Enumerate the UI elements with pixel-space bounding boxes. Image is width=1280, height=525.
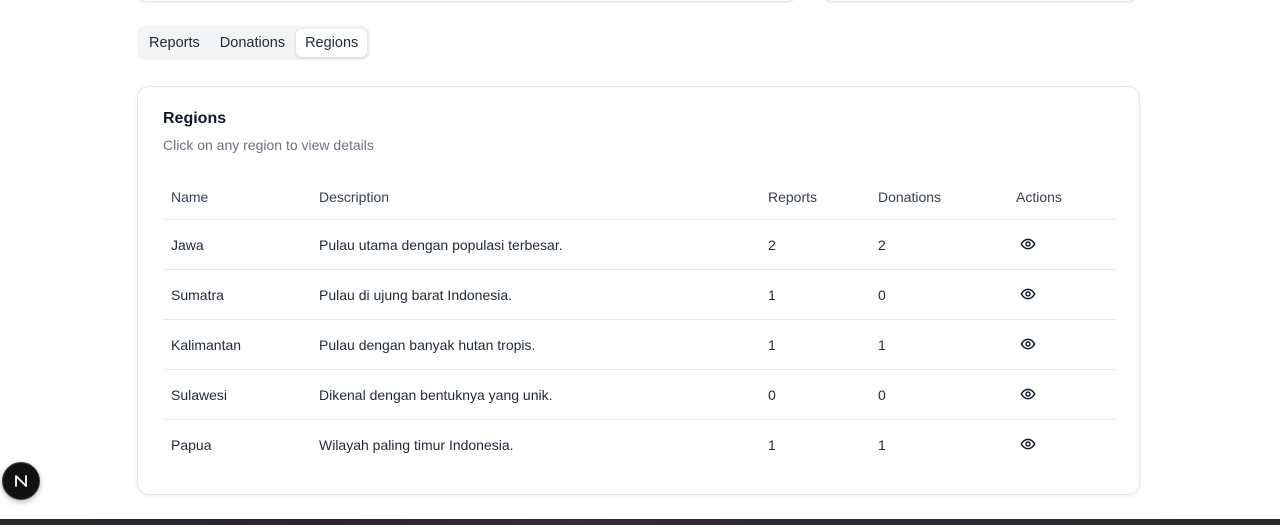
header-reports: Reports — [760, 175, 870, 220]
region-description-cell: Pulau dengan banyak hutan tropis. — [311, 319, 760, 370]
region-name-cell: Jawa — [163, 219, 311, 270]
region-description-cell: Wilayah paling timur Indonesia. — [319, 436, 514, 453]
region-donations-cell: 2 — [870, 219, 1008, 270]
eye-icon — [1020, 338, 1036, 350]
view-region-button[interactable] — [1018, 234, 1038, 254]
table-header-row: Name Description Reports Donations Actio… — [163, 175, 1116, 220]
eye-icon — [1020, 288, 1036, 300]
region-reports-cell: 1 — [760, 269, 870, 320]
top-card-right — [822, 0, 1138, 2]
next-dev-badge[interactable] — [2, 462, 40, 500]
region-reports-cell: 2 — [760, 219, 870, 270]
region-name-cell: Kalimantan — [163, 319, 311, 370]
card-subtitle: Click on any region to view details — [163, 137, 374, 153]
top-card-left — [137, 0, 796, 2]
eye-icon — [1020, 238, 1036, 250]
table-row[interactable]: Papua Wilayah paling timur Indonesia. 1 1 — [163, 420, 1116, 470]
region-name-cell: Papua — [171, 436, 212, 453]
region-actions-cell — [1008, 319, 1116, 370]
region-actions-cell — [1008, 219, 1116, 270]
region-reports-cell: 1 — [768, 436, 776, 453]
card-title: Regions — [163, 110, 227, 127]
table-row[interactable]: Kalimantan Pulau dengan banyak hutan trop… — [163, 319, 1116, 370]
bottom-bar — [0, 519, 1280, 525]
header-actions: Actions — [1008, 175, 1116, 220]
region-description-cell: Dikenal dengan bentuknya yang unik. — [311, 369, 760, 420]
header-donations: Donations — [870, 175, 1008, 220]
tab-list: Reports Donations Regions — [137, 26, 371, 60]
tab-reports[interactable]: Reports — [140, 29, 209, 57]
table-row[interactable]: Sumatra Pulau di ujung barat Indonesia. 1 0 — [163, 269, 1116, 320]
regions-card: Regions Click on any region to view deta… — [137, 86, 1140, 495]
region-reports-cell: 1 — [760, 319, 870, 370]
table-row[interactable]: Jawa Pulau utama dengan populasi terbesar… — [163, 219, 1116, 270]
tab-regions[interactable]: Regions — [296, 29, 368, 57]
region-name-cell: Sumatra — [163, 269, 311, 320]
region-donations-cell: 1 — [870, 319, 1008, 370]
region-reports-cell: 0 — [760, 369, 870, 420]
eye-icon — [1020, 438, 1036, 450]
region-donations-cell: 1 — [878, 436, 886, 453]
n-logo-icon — [15, 475, 27, 487]
region-donations-cell: 0 — [870, 369, 1008, 420]
region-description-cell: Pulau utama dengan populasi terbesar. — [311, 219, 760, 270]
eye-icon — [1020, 388, 1036, 400]
region-actions-cell — [1008, 420, 1116, 470]
header-name: Name — [163, 175, 311, 220]
view-region-button[interactable] — [1018, 334, 1038, 354]
region-name-cell: Sulawesi — [163, 369, 311, 420]
view-region-button[interactable] — [1018, 434, 1038, 454]
regions-table: Name Description Reports Donations Actio… — [163, 175, 1116, 469]
view-region-button[interactable] — [1018, 384, 1038, 404]
table-row[interactable]: Sulawesi Dikenal dengan bentuknya yang un… — [163, 369, 1116, 420]
header-description: Description — [311, 175, 760, 220]
view-region-button[interactable] — [1018, 284, 1038, 304]
region-donations-cell: 0 — [870, 269, 1008, 320]
tab-donations[interactable]: Donations — [211, 29, 294, 57]
region-actions-cell — [1008, 369, 1116, 420]
region-actions-cell — [1008, 269, 1116, 320]
region-description-cell: Pulau di ujung barat Indonesia. — [311, 269, 760, 320]
